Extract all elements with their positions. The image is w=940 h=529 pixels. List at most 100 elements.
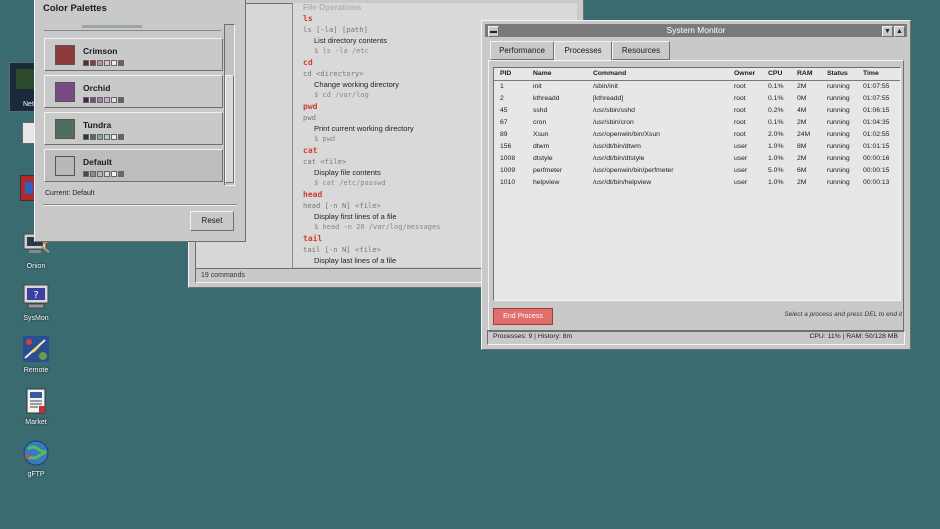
table-row[interactable]: 45 sshd/usr/sbin/sshd root 0.2% 4M running 01:… — [494, 105, 900, 117]
palette-color-dots — [83, 133, 125, 140]
palette-swatch — [55, 45, 75, 65]
palette-color-dot — [118, 97, 124, 103]
palette-color-dot — [83, 134, 89, 140]
table-cell: 8M — [797, 143, 807, 150]
table-row[interactable]: 1009 perfmeter/usr/openwin/bin/perfmeter u… — [494, 165, 900, 177]
titlebar[interactable]: ▬ System Monitor ▼ ▲ — [485, 24, 907, 37]
end-process-button[interactable]: End Process — [493, 308, 553, 325]
maximize-button[interactable]: ▲ — [894, 26, 905, 37]
palette-color-dot — [97, 60, 103, 66]
system-monitor-window[interactable]: ▬ System Monitor ▼ ▲ Performance Process… — [481, 20, 911, 350]
table-cell: helpview — [533, 179, 560, 186]
table-cell: /usr/sbin/sshd — [593, 107, 635, 114]
table-row[interactable]: 2 kthreadd [kthreadd] root 0.1% 0M running 01:0… — [494, 93, 900, 105]
table-cell: running — [827, 107, 850, 114]
table-row[interactable]: 67 cron/usr/sbin/cron root 0.1% 2M running 01:… — [494, 117, 900, 129]
palette-color-dots — [83, 59, 125, 66]
palette-color-dot — [118, 171, 124, 177]
table-cell: 00:00:13 — [863, 179, 890, 186]
palette-item-tundra[interactable]: Tundra — [44, 112, 223, 145]
desktop-icon-market[interactable]: Market — [14, 386, 58, 426]
table-cell: cron — [533, 119, 547, 126]
window-menu-button[interactable]: ▬ — [488, 26, 499, 37]
palette-color-dot — [83, 171, 89, 177]
table-cell: 2 — [500, 95, 504, 102]
table-row[interactable]: 1008 dtstyle/usr/dt/bin/dtstyle user 1.0% 2M… — [494, 153, 900, 165]
desktop-icon-label: gFTP — [27, 471, 45, 478]
desktop-icon-label: Market — [25, 419, 47, 426]
table-row[interactable]: 89 Xsun/usr/openwin/bin/Xsun root 2.0% 24M ru… — [494, 129, 900, 141]
table-cell: running — [827, 95, 850, 102]
desktop-icon-gftp[interactable]: gFTP — [14, 438, 58, 478]
tab-performance[interactable]: Performance — [490, 41, 554, 60]
table-cell: [kthreadd] — [593, 95, 624, 102]
desktop-icon-label: Onion — [26, 263, 46, 270]
tab-resources[interactable]: Resources — [612, 41, 670, 60]
palette-item-default[interactable]: Default — [44, 149, 223, 182]
table-cell: 00:00:16 — [863, 155, 890, 162]
resource-usage-status: CPU: 11% | RAM: 50/128 MB — [809, 333, 898, 340]
column-header[interactable]: RAM — [797, 70, 812, 77]
desktop-icon-remote[interactable]: Remote — [14, 334, 58, 374]
palette-color-dot — [111, 171, 117, 177]
column-header[interactable]: Time — [863, 70, 879, 77]
sysmon-icon: ? — [21, 282, 51, 312]
table-row[interactable]: 1 init/sbin/init root 0.1% 2M running 01:07:55 — [494, 81, 900, 93]
palette-color-dot — [90, 60, 96, 66]
column-header[interactable]: CPU — [768, 70, 782, 77]
table-cell: init — [533, 83, 542, 90]
table-cell: /usr/dt/bin/dtstyle — [593, 155, 645, 162]
table-cell: /usr/openwin/bin/perfmeter — [593, 167, 674, 174]
svg-text:?: ? — [33, 290, 38, 301]
table-row[interactable]: 156 dtwm/usr/dt/bin/dtwm user 1.0% 8M running… — [494, 141, 900, 153]
palette-color-dot — [90, 97, 96, 103]
table-cell: perfmeter — [533, 167, 563, 174]
palette-color-dot — [111, 97, 117, 103]
scrollbar-thumb[interactable] — [225, 75, 234, 183]
table-row[interactable]: 1010 helpview/usr/dt/bin/helpview user 1.0%… — [494, 177, 900, 189]
column-header[interactable]: Command — [593, 70, 626, 77]
table-cell: /usr/dt/bin/helpview — [593, 179, 652, 186]
palette-color-dot — [97, 134, 103, 140]
table-cell: running — [827, 119, 850, 126]
color-palette-window[interactable]: Color Palettes Crimson Orchid Tundra Defaul… — [34, 0, 246, 242]
palette-item-orchid[interactable]: Orchid — [44, 75, 223, 108]
table-cell: 1 — [500, 83, 504, 90]
current-palette-label: Current: Default — [45, 190, 95, 197]
reset-button[interactable]: Reset — [190, 211, 234, 231]
table-cell: sshd — [533, 107, 548, 114]
table-cell: 6M — [797, 167, 807, 174]
table-cell: 1.0% — [768, 155, 784, 162]
table-cell: 01:01:15 — [863, 143, 890, 150]
palette-scrollbar[interactable] — [224, 24, 235, 186]
column-header[interactable]: Name — [533, 70, 552, 77]
desktop-icon-sysmon[interactable]: ? SysMon — [14, 282, 58, 322]
table-cell: 2.0% — [768, 131, 784, 138]
table-cell: dtstyle — [533, 155, 553, 162]
table-cell: Xsun — [533, 131, 549, 138]
minimize-button[interactable]: ▼ — [882, 26, 893, 37]
palette-color-dots — [83, 170, 125, 177]
table-cell: root — [734, 107, 746, 114]
palette-item-crimson[interactable]: Crimson — [44, 38, 223, 71]
table-cell: 01:07:55 — [863, 83, 890, 90]
table-cell: 0M — [797, 95, 807, 102]
desktop-icon-label: SysMon — [23, 315, 49, 322]
table-cell: running — [827, 83, 850, 90]
table-cell: /usr/sbin/cron — [593, 119, 634, 126]
palette-color-dot — [83, 60, 89, 66]
column-header[interactable]: PID — [500, 70, 511, 77]
palette-color-dot — [111, 134, 117, 140]
process-table[interactable]: PID Name Command Owner CPU RAM Status Time 1 ini… — [493, 67, 901, 301]
table-cell: 01:07:55 — [863, 95, 890, 102]
status-bar: Processes: 9 | History: 8m CPU: 11% | RA… — [487, 330, 905, 345]
table-cell: 0.2% — [768, 107, 784, 114]
table-cell: 2M — [797, 179, 807, 186]
table-cell: /sbin/init — [593, 83, 618, 90]
column-header[interactable]: Status — [827, 70, 848, 77]
column-header[interactable]: Owner — [734, 70, 755, 77]
tab-processes[interactable]: Processes — [554, 41, 612, 62]
palette-color-dot — [104, 60, 110, 66]
palette-color-dot — [90, 134, 96, 140]
palette-list-partial — [44, 24, 221, 31]
